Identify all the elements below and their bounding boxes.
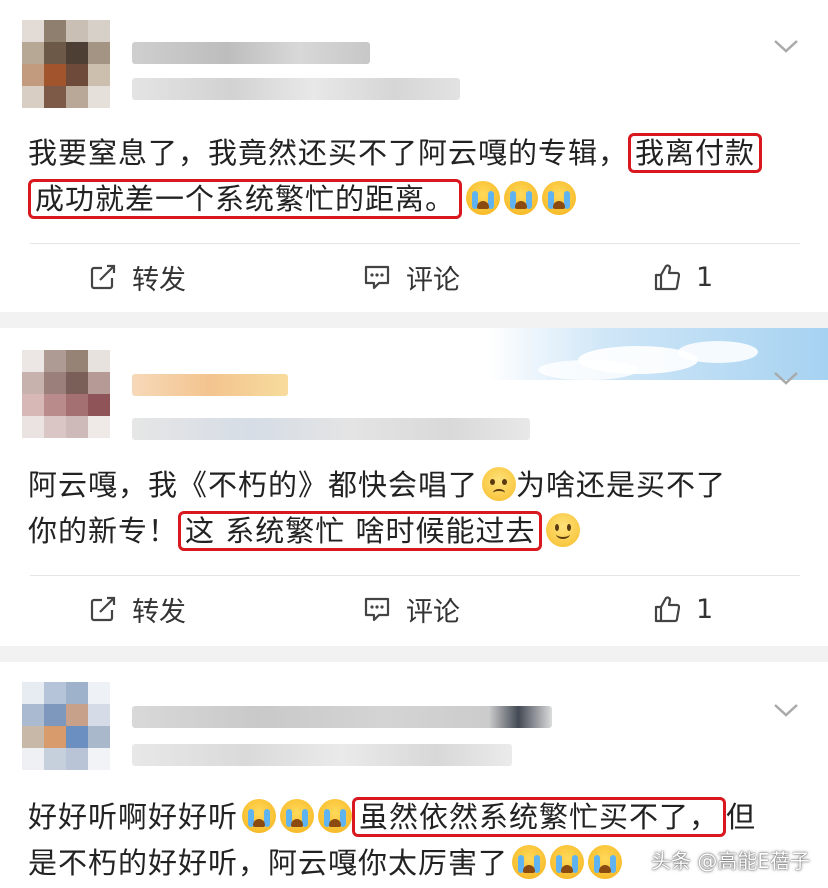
crying-face-icon [550,845,585,879]
post-text-line2: 你的新专！这 系统繁忙 啥时候能过去 [28,508,818,554]
like-count: 1 [696,593,714,625]
post-text: 好好听啊好好听 虽然依然系统繁忙买不了，但 [28,794,818,840]
comment-label: 评论 [406,596,460,628]
comment-bubble-icon [364,597,390,622]
highlighted-text: 我离付款 [628,133,763,173]
avatar-blurred[interactable] [22,20,110,108]
post-text-line2: 成功就差一个系统繁忙的距离。 [28,176,818,222]
chevron-down-icon[interactable] [772,368,800,388]
crying-face-icon [242,799,277,833]
action-bar: 转发 评论 1 [0,252,828,302]
crying-face-icon [318,799,353,833]
post-text-segment: 但 [726,800,757,834]
post-meta-blurred [132,78,460,100]
comment-button[interactable]: 评论 [362,252,460,302]
repost-button[interactable]: 转发 [88,252,186,302]
edit-square-icon [90,596,116,622]
highlighted-text: 这 系统繁忙 啥时候能过去 [178,511,543,551]
like-count: 1 [696,261,714,293]
username-blurred[interactable] [132,42,370,64]
post-text-segment: 好好听啊好好听 [28,800,239,834]
post-text-segment: 阿云嘎，我《不朽的》都快会唱了 [28,468,479,502]
weibo-post-2: 阿云嘎，我《不朽的》都快会唱了 为啥还是买不了 你的新专！这 系统繁忙 啥时候能过… [0,328,828,646]
post-text-segment: 你的新专！ [28,514,179,548]
highlighted-text: 成功就差一个系统繁忙的距离。 [28,179,463,219]
comment-button[interactable]: 评论 [362,584,460,634]
avatar-blurred[interactable] [22,350,110,438]
post-text-segment: 是不朽的好好听，阿云嘎你太厉害了 [28,846,509,880]
action-bar: 转发 评论 1 [0,584,828,634]
repost-label: 转发 [132,596,186,628]
username-blurred[interactable] [132,374,288,396]
smiling-face-icon [546,513,581,547]
username-blurred[interactable] [132,706,552,728]
edit-square-icon [90,264,116,290]
comment-label: 评论 [406,264,460,296]
crying-face-icon [588,845,623,879]
chevron-down-icon[interactable] [772,700,800,720]
comment-bubble-icon [364,265,390,290]
post-text: 阿云嘎，我《不朽的》都快会唱了 为啥还是买不了 [28,462,818,508]
post-text: 我要窒息了，我竟然还买不了阿云嘎的专辑， 我离付款 [28,130,818,176]
avatar-blurred[interactable] [22,682,110,770]
weibo-post-1: 我要窒息了，我竟然还买不了阿云嘎的专辑， 我离付款 成功就差一个系统繁忙的距离。 … [0,0,828,312]
post-meta-blurred [132,418,530,440]
crying-face-icon [542,181,577,215]
crying-face-icon [466,181,501,215]
crying-face-icon [280,799,315,833]
like-button[interactable]: 1 [652,584,713,634]
post-separator [0,646,828,662]
crying-face-icon [512,845,547,879]
watermark: 头条 @高能E蓓子 [651,849,810,873]
crying-face-icon [504,181,539,215]
divider [30,575,800,576]
repost-button[interactable]: 转发 [88,584,186,634]
thumbs-up-icon [654,264,681,291]
post-text-segment: 为啥还是买不了 [516,468,727,502]
thumbs-up-icon [654,596,681,623]
repost-label: 转发 [132,264,186,296]
like-button[interactable]: 1 [652,252,713,302]
post-text-segment: 我要窒息了，我竟然还买不了阿云嘎的专辑， [28,136,629,170]
chevron-down-icon[interactable] [772,36,800,56]
divider [30,243,800,244]
post-meta-blurred [132,744,512,766]
highlighted-text: 虽然依然系统繁忙买不了， [352,797,727,837]
worried-face-icon [482,467,517,501]
post-separator [0,312,828,328]
